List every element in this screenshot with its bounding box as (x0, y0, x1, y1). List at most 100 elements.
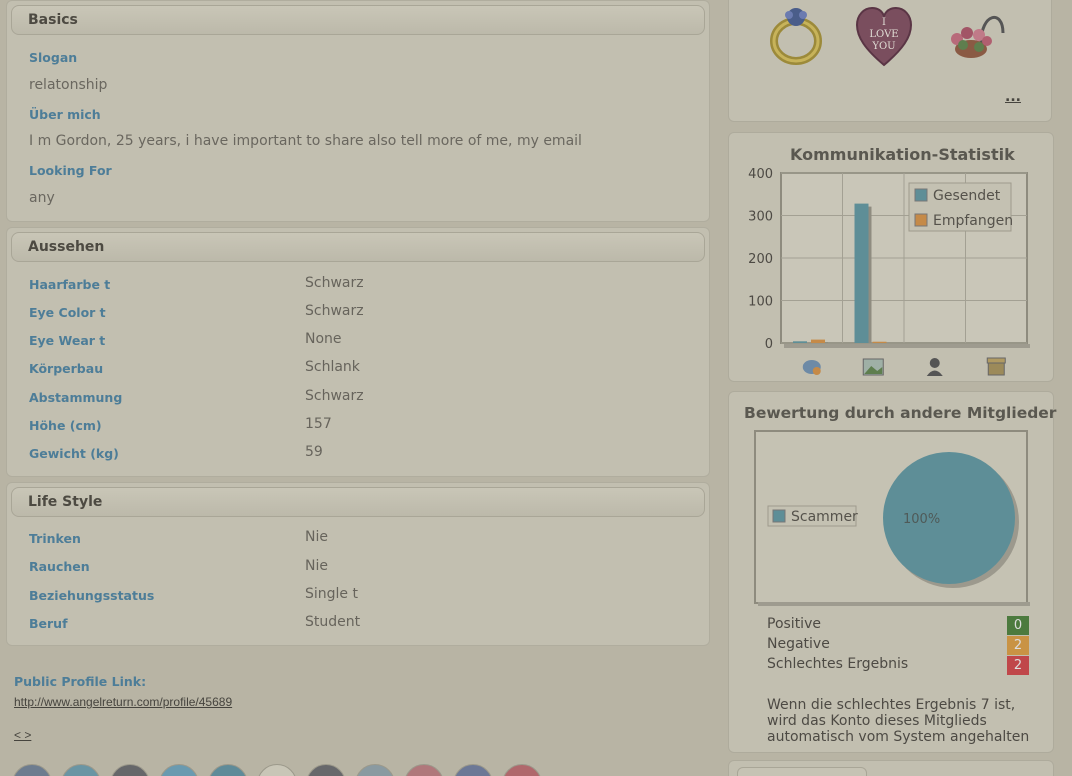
y-tick-label: 0 (765, 337, 773, 352)
auto-suspend-note: Wenn die schlechtes Ergebnis 7 ist, wird… (767, 697, 1029, 745)
y-tick-label: 300 (748, 210, 773, 225)
rating-negative-count: 2 (1007, 636, 1029, 655)
lifestyle-panel: Life Style Trinken Nie Rauchen Nie Bezie… (6, 482, 710, 646)
y-tick-label: 100 (748, 295, 773, 310)
gifts-box: I LOVE YOU ... (728, 0, 1052, 122)
bar-empfangen (811, 339, 825, 343)
pager-link[interactable]: < > (14, 728, 31, 742)
sidebar: I LOVE YOU ... Kommunikation-Statistik 4… (722, 0, 1072, 776)
share-button[interactable] (257, 764, 297, 776)
share-button[interactable] (12, 764, 52, 776)
pie-legend-swatch (772, 509, 786, 523)
lifestyle-row-value: Student (305, 614, 361, 630)
bar-gesendet (854, 203, 869, 343)
appearance-row-value: Schlank (305, 359, 360, 375)
share-button[interactable] (61, 764, 101, 776)
appearance-row-label: Körperbau (29, 361, 104, 376)
share-button[interactable] (159, 764, 199, 776)
pie-data-label: 100% (903, 512, 940, 527)
looking-for-value: any (29, 190, 55, 206)
basics-panel: Basics Slogan relatonship Über mich I m … (6, 0, 710, 222)
pie-legend-label: Scammer (791, 509, 858, 525)
appearance-row-label: Gewicht (kg) (29, 446, 119, 461)
basics-panel-title: Basics (11, 5, 705, 35)
share-button[interactable] (453, 764, 493, 776)
legend-swatch (914, 188, 928, 202)
person-body-shape (926, 370, 943, 376)
rating-bad-result-count: 2 (1007, 656, 1029, 675)
appearance-row-label: Höhe (cm) (29, 418, 102, 433)
public-profile-link-label: Public Profile Link: (14, 674, 147, 689)
appearance-row-value: 157 (305, 416, 332, 432)
legend-swatch (914, 213, 928, 227)
ring-icon[interactable] (767, 5, 825, 65)
appearance-row-label: Eye Wear t (29, 333, 106, 348)
appearance-row-value: 59 (305, 444, 323, 460)
rating-negative-label: Negative (767, 636, 830, 652)
appearance-row-label: Eye Color t (29, 305, 106, 320)
communication-bar-chart: 400 300 200 100 0 Gesendet Empfangen (748, 167, 1030, 376)
slogan-value: relatonship (29, 77, 108, 93)
y-tick-label: 200 (748, 252, 773, 267)
plot-shadow (784, 344, 1030, 348)
rating-box: Bewertung durch andere Mitglieder 100% Sc… (728, 391, 1057, 753)
heart-i-love-you-icon[interactable]: I LOVE YOU (855, 5, 913, 69)
gifts-icon (986, 357, 1006, 376)
looking-for-label: Looking For (29, 163, 112, 178)
rating-pie-chart: 100% Scammer (754, 430, 1030, 606)
auto-suspend-note-line: automatisch vom System angehalten (767, 729, 1030, 745)
badge-shape (812, 367, 821, 375)
heart-text-you: YOU (871, 41, 895, 52)
gift-lid-shape (986, 357, 1006, 364)
profile-views-icon (926, 358, 943, 376)
next-box-header (737, 767, 867, 776)
bar-gesendet (793, 341, 807, 343)
rating-chart-title: Bewertung durch andere Mitglieder (744, 404, 1057, 422)
rating-positive-count: 0 (1007, 616, 1029, 635)
lifestyle-row-value: Single t (305, 586, 358, 602)
legend-label: Gesendet (933, 188, 1001, 204)
about-me-label: Über mich (29, 107, 101, 122)
heart-text-i: I (882, 17, 886, 28)
communication-stats-box: Kommunikation-Statistik 400 300 200 100 0 Ges… (728, 132, 1054, 382)
appearance-row-value: Schwarz (305, 275, 364, 291)
y-tick-label: 400 (748, 167, 773, 182)
auto-suspend-note-line: Wenn die schlechtes Ergebnis 7 ist, (767, 697, 1016, 713)
share-button[interactable] (404, 764, 444, 776)
appearance-panel: Aussehen Haarfarbe t Schwarz Eye Color t… (6, 227, 710, 477)
rating-positive-label: Positive (767, 616, 821, 632)
heart-text-love: LOVE (869, 29, 898, 40)
lifestyle-row-label: Beziehungsstatus (29, 588, 155, 603)
appearance-row-label: Abstammung (29, 390, 123, 405)
about-me-value: I m Gordon, 25 years, i have important t… (29, 133, 582, 149)
lifestyle-row-value: Nie (305, 529, 328, 545)
pie-frame-shadow (758, 602, 1030, 606)
photos-icon (862, 358, 884, 376)
share-button[interactable] (306, 764, 346, 776)
share-button[interactable] (208, 764, 248, 776)
lifestyle-panel-title: Life Style (11, 487, 705, 517)
appearance-row-value: Schwarz (305, 388, 364, 404)
lifestyle-row-label: Rauchen (29, 559, 90, 574)
rating-bad-result-label: Schlechtes Ergebnis (767, 656, 909, 672)
share-button[interactable] (502, 764, 542, 776)
public-profile-link[interactable]: http://www.angelreturn.com/profile/45689 (14, 695, 232, 709)
share-button[interactable] (355, 764, 395, 776)
next-box (728, 760, 1054, 776)
more-gifts-link[interactable]: ... (1005, 89, 1021, 105)
legend-label: Empfangen (933, 213, 1013, 229)
lifestyle-row-label: Trinken (29, 531, 81, 546)
share-button[interactable] (110, 764, 150, 776)
lifestyle-row-label: Beruf (29, 616, 68, 631)
profile-details-column: Basics Slogan relatonship Über mich I m … (0, 0, 716, 776)
flower-basket-icon[interactable] (941, 3, 1007, 69)
appearance-row-value: None (305, 331, 342, 347)
appearance-row-value: Schwarz (305, 303, 364, 319)
appearance-panel-title: Aussehen (11, 232, 705, 262)
auto-suspend-note-line: wird das Konto dieses Mitglieds (767, 713, 987, 729)
slogan-label: Slogan (29, 50, 78, 65)
messages-icon (802, 360, 821, 375)
lifestyle-row-value: Nie (305, 558, 328, 574)
appearance-row-label: Haarfarbe t (29, 277, 111, 292)
person-head-shape (929, 358, 940, 368)
